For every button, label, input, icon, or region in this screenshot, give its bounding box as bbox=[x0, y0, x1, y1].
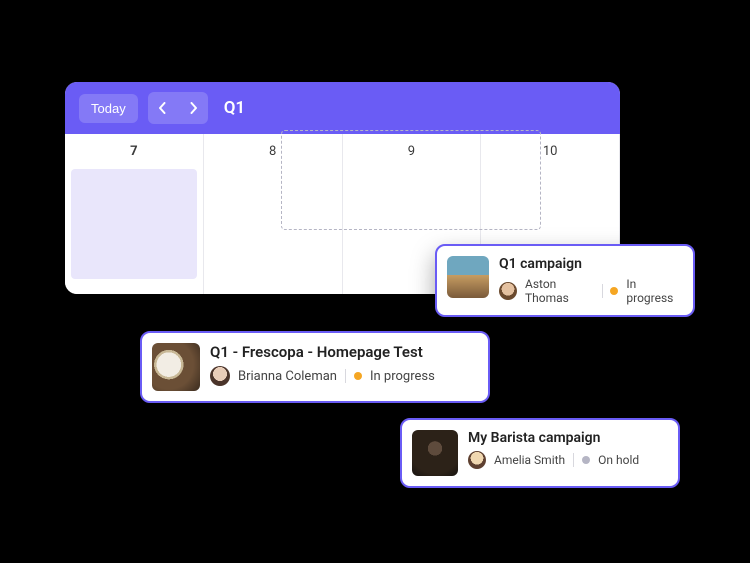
calendar-title: Q1 bbox=[224, 98, 245, 118]
card-status: On hold bbox=[598, 453, 639, 467]
chevron-left-icon bbox=[158, 102, 168, 114]
separator bbox=[345, 369, 346, 383]
day-body bbox=[71, 169, 197, 279]
card-meta: Brianna Coleman In progress bbox=[210, 366, 435, 386]
next-button[interactable] bbox=[178, 92, 208, 124]
day-number: 8 bbox=[204, 144, 342, 169]
avatar bbox=[499, 282, 517, 300]
card-owner: Amelia Smith bbox=[494, 453, 565, 467]
calendar-nav bbox=[148, 92, 208, 124]
card-title: My Barista campaign bbox=[468, 430, 639, 446]
status-dot-icon bbox=[610, 287, 618, 295]
card-title: Q1 campaign bbox=[499, 256, 679, 272]
card-thumbnail bbox=[152, 343, 200, 391]
today-button[interactable]: Today bbox=[79, 94, 138, 123]
campaign-card-q1[interactable]: Q1 campaign Aston Thomas In progress bbox=[435, 244, 695, 317]
card-body: Q1 campaign Aston Thomas In progress bbox=[499, 256, 679, 305]
calendar-header: Today Q1 bbox=[65, 82, 620, 134]
card-meta: Amelia Smith On hold bbox=[468, 451, 639, 469]
day-number: 7 bbox=[65, 144, 203, 169]
day-number: 9 bbox=[343, 144, 481, 169]
avatar bbox=[468, 451, 486, 469]
status-dot-icon bbox=[354, 372, 362, 380]
day-body bbox=[204, 169, 342, 279]
day-number: 10 bbox=[481, 144, 619, 169]
campaign-card-frescopa[interactable]: Q1 - Frescopa - Homepage Test Brianna Co… bbox=[140, 331, 490, 403]
separator bbox=[602, 284, 603, 298]
card-thumbnail bbox=[412, 430, 458, 476]
card-thumbnail bbox=[447, 256, 489, 298]
campaign-card-barista[interactable]: My Barista campaign Amelia Smith On hold bbox=[400, 418, 680, 488]
card-status: In progress bbox=[370, 369, 435, 384]
card-body: Q1 - Frescopa - Homepage Test Brianna Co… bbox=[210, 343, 435, 386]
day-column[interactable]: 7 bbox=[65, 134, 204, 294]
card-status: In progress bbox=[626, 277, 679, 305]
card-owner: Brianna Coleman bbox=[238, 369, 337, 384]
card-body: My Barista campaign Amelia Smith On hold bbox=[468, 430, 639, 469]
prev-button[interactable] bbox=[148, 92, 178, 124]
day-column[interactable]: 8 bbox=[204, 134, 343, 294]
chevron-right-icon bbox=[188, 102, 198, 114]
card-meta: Aston Thomas In progress bbox=[499, 277, 679, 305]
status-dot-icon bbox=[582, 456, 590, 464]
separator bbox=[573, 453, 574, 467]
avatar bbox=[210, 366, 230, 386]
card-title: Q1 - Frescopa - Homepage Test bbox=[210, 343, 435, 361]
card-owner: Aston Thomas bbox=[525, 277, 594, 305]
